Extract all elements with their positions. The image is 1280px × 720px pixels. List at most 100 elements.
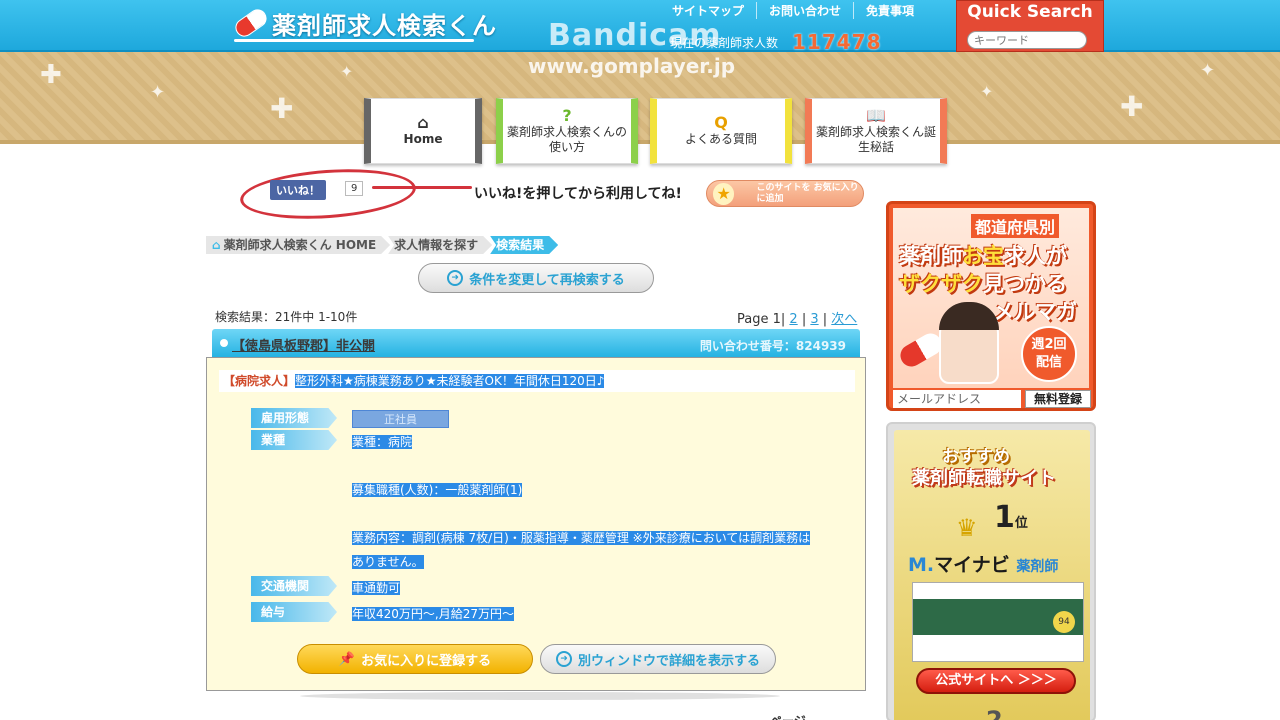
quick-search-input[interactable] <box>967 31 1087 49</box>
open-detail-window-button[interactable]: ➜ 別ウィンドウで詳細を表示する <box>540 644 776 674</box>
site-screenshot[interactable]: 94 <box>912 582 1084 662</box>
page-2-link[interactable]: 2 <box>789 312 797 327</box>
breadcrumb-home[interactable]: ⌂ 薬剤師求人検索くん HOME <box>206 236 390 254</box>
facebook-like-button[interactable]: いいね！ <box>270 180 326 200</box>
pagination: Page 1| 2 | 3 | 次へ <box>737 312 858 327</box>
banner-gold-background: おすすめ 薬剤師転職サイト ♛ 1位 M.マイナビ 薬剤師 94 公式サイトへ … <box>894 430 1090 720</box>
sitemap-link[interactable]: サイトマップ <box>660 2 758 19</box>
hand-drawn-circle <box>238 163 418 225</box>
salary-value: 年収420万円～,月給27万円～ <box>352 604 514 624</box>
like-count: 9 <box>345 181 364 196</box>
inquiry-number: 問い合わせ番号：824939 <box>699 339 846 353</box>
m-logo-icon: M. <box>908 554 935 576</box>
nav-story-label: 薬剤師求人検索くん誕生秘話 <box>815 124 936 154</box>
nav-faq-label: よくある質問 <box>684 132 757 146</box>
nav-home[interactable]: ⌂ Home <box>364 98 482 164</box>
recruit-value: 募集職種(人数)：一般薬剤師(1) <box>352 480 523 500</box>
next-page-link[interactable]: 次へ <box>831 312 857 327</box>
add-to-favorites-label: お気に入りに登録する <box>361 653 492 669</box>
pin-icon: 📌 <box>338 651 356 667</box>
duties-line-1-text: 業務内容：調剤(病棟 7枚/日)・服薬指導・薬歴管理 ※外来診療においては調剤業… <box>352 531 811 545</box>
free-register-button[interactable]: 無料登録 <box>1025 390 1091 408</box>
transport-value-text: 車通勤可 <box>352 581 401 595</box>
sparkle-deco-icon: ✦ <box>980 82 994 101</box>
card-shadow <box>300 692 780 700</box>
contact-link[interactable]: お問い合わせ <box>757 2 855 19</box>
quick-search: Quick Search <box>956 0 1104 52</box>
bullet-icon <box>220 339 228 347</box>
job-headline-row: 【病院求人】整形外科★病棟業務あり★未経験者OK！年間休日120日♪ <box>219 370 855 392</box>
banner-line-3: メルマガ <box>993 300 1077 324</box>
faq-icon: Q <box>714 113 728 132</box>
add-favorite-site-button[interactable]: ★ このサイトを お気に入りに追加 <box>706 180 864 207</box>
breadcrumb-results: 検索結果 <box>490 236 558 254</box>
recommended-sites-banner: おすすめ 薬剤師転職サイト ♛ 1位 M.マイナビ 薬剤師 94 公式サイトへ … <box>886 422 1096 720</box>
mynavi-logo[interactable]: M.マイナビ 薬剤師 <box>908 550 1058 577</box>
site-logo[interactable]: 薬剤師求人検索くん <box>231 4 497 42</box>
banner-line-1a: 薬剤師 <box>899 244 962 268</box>
next-rank-number: 2 <box>986 706 1003 720</box>
transport-label: 交通機関 <box>251 576 337 596</box>
header-links: サイトマップ お問い合わせ 免責事項 <box>660 2 926 19</box>
nav-faq[interactable]: Q よくある質問 <box>650 98 792 164</box>
arrow-circle-icon: ➜ <box>555 651 572 667</box>
duties-line-2: ありません。 <box>352 552 424 572</box>
breadcrumb-home-label: 薬剤師求人検索くん HOME <box>223 238 377 252</box>
research-button-label: 条件を変更して再検索する <box>469 272 625 288</box>
quick-search-title: Quick Search <box>967 2 1093 22</box>
banner-line-2c: 見つかる <box>983 272 1067 296</box>
watermark-title: Bandicam <box>548 18 722 53</box>
star-icon: ★ <box>713 182 735 205</box>
recommend-subtitle: 薬剤師転職サイト <box>912 468 1056 489</box>
job-card-header: 【徳島県板野郡】非公開 問い合わせ番号：824939 <box>212 329 860 357</box>
page-3-link[interactable]: 3 <box>810 312 818 327</box>
nav-how-to-use-label: 薬剤師求人検索くんの使い方 <box>506 124 627 154</box>
job-title-link[interactable]: 【徳島県板野郡】非公開 <box>232 335 375 354</box>
rank-number: 1位 <box>994 500 1028 535</box>
breadcrumb-search[interactable]: 求人情報を探す <box>388 236 492 254</box>
banner-line-2: ザクザク見つかる <box>899 268 1067 298</box>
like-note: いいね!を押してから利用してね! <box>474 186 682 202</box>
home-icon: ⌂ <box>212 238 221 252</box>
industry-value-text: 業種：病院 <box>352 435 413 449</box>
add-favorite-site-label: このサイトを お気に入りに追加 <box>756 182 859 204</box>
banner-line-1c: 求人が <box>1004 244 1067 268</box>
screenshot-badge: 94 <box>1053 611 1075 633</box>
cross-deco-icon: ✚ <box>40 60 62 90</box>
employment-label: 雇用形態 <box>251 408 337 428</box>
watermark-url: www.gomplayer.jp <box>528 54 736 78</box>
brand-suffix: 薬剤師 <box>1016 559 1059 575</box>
frequency-badge: 週2回 配信 <box>1021 326 1077 382</box>
mail-magazine-banner[interactable]: 都道府県別 薬剤師お宝求人が ザクザク見つかる メルマガ 週2回 配信 メールアド… <box>886 201 1096 411</box>
official-site-button[interactable]: 公式サイトへ ＞＞＞ <box>916 668 1076 694</box>
hand-drawn-arrow <box>372 186 472 189</box>
rank-suffix: 位 <box>1014 516 1028 531</box>
duties-line-2-text: ありません。 <box>352 555 424 569</box>
nav-how-to-use[interactable]: ? 薬剤師求人検索くんの使い方 <box>496 98 638 164</box>
disclaimer-link[interactable]: 免責事項 <box>854 2 926 19</box>
breadcrumb: ⌂ 薬剤師求人検索くん HOME 求人情報を探す 検索結果 <box>206 236 556 254</box>
recruit-value-text: 募集職種(人数)：一般薬剤師(1) <box>352 483 523 497</box>
sparkle-deco-icon: ✦ <box>1200 60 1216 81</box>
sparkle-deco-icon: ✦ <box>340 62 354 81</box>
sparkle-deco-icon: ✦ <box>150 82 166 103</box>
industry-label: 業種 <box>251 430 337 450</box>
arrow-circle-icon: ➜ <box>447 270 464 286</box>
crown-icon: ♛ <box>956 514 978 542</box>
job-category: 【病院求人】 <box>223 374 296 388</box>
transport-value: 車通勤可 <box>352 578 401 598</box>
job-count-value: 117478 <box>792 30 882 54</box>
banner-line-2a: ザク <box>899 272 941 296</box>
badge-bottom: 配信 <box>1035 355 1062 370</box>
research-button[interactable]: ➜ 条件を変更して再検索する <box>418 263 654 293</box>
email-field[interactable]: メールアドレス <box>893 390 1021 408</box>
result-summary: 検索結果：21件中 1-10件 <box>215 310 358 324</box>
salary-value-text: 年収420万円～,月給27万円～ <box>352 607 514 621</box>
duties-line-1: 業務内容：調剤(病棟 7枚/日)・服薬指導・薬歴管理 ※外来診療においては調剤業… <box>352 528 811 548</box>
add-to-favorites-button[interactable]: 📌 お気に入りに登録する <box>297 644 533 674</box>
job-card-body: 【病院求人】整形外科★病棟業務あり★未経験者OK！年間休日120日♪ 雇用形態 … <box>206 357 866 691</box>
nav-story[interactable]: 📖 薬剤師求人検索くん誕生秘話 <box>805 98 947 164</box>
banner-line-1b: お宝 <box>962 244 1004 268</box>
question-icon: ? <box>562 105 572 125</box>
industry-value: 業種：病院 <box>352 432 413 452</box>
